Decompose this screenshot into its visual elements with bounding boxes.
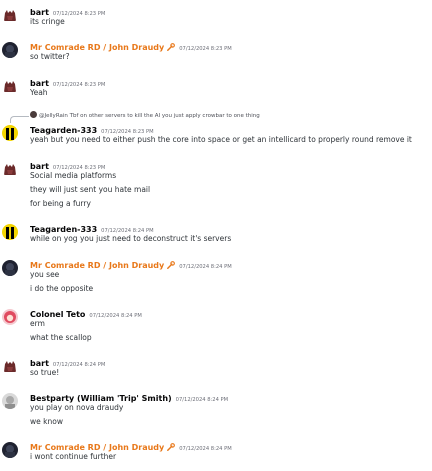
message-text: so true! <box>30 368 60 377</box>
timestamp: 07/12/2024 8:24 PM <box>179 264 232 270</box>
message-text: i do the opposite <box>30 284 94 293</box>
wrench-icon <box>167 443 176 451</box>
timestamp: 07/12/2024 8:24 PM <box>179 446 232 452</box>
message-text: we know <box>30 417 63 426</box>
teagarden-avatar[interactable] <box>2 125 18 141</box>
timestamp: 07/12/2024 8:23 PM <box>52 82 106 88</box>
message-text: i wont continue further <box>30 452 117 461</box>
message-text: so twitter? <box>30 52 70 61</box>
message-text: for being a furry <box>30 199 91 208</box>
message-text: Social media platforms <box>30 171 117 180</box>
comrade-avatar[interactable] <box>2 42 18 58</box>
message-text: its cringe <box>30 17 65 26</box>
teto-avatar[interactable] <box>2 309 18 325</box>
bart-avatar[interactable] <box>2 78 18 94</box>
bestparty-avatar[interactable] <box>2 393 18 409</box>
message-text: erm <box>30 319 45 328</box>
message-text: Yeah <box>30 88 48 97</box>
wrench-icon <box>167 43 176 51</box>
reply-preview[interactable]: @JellyRain Tbf on other servers to kill … <box>30 111 260 120</box>
message-text: they will just sent you hate mail <box>30 185 151 194</box>
timestamp: 07/12/2024 8:24 PM <box>52 362 106 368</box>
wrench-icon <box>167 261 176 269</box>
message-text: what the scallop <box>30 333 92 342</box>
reply-avatar <box>30 111 37 118</box>
comrade-avatar[interactable] <box>2 260 18 276</box>
bart-avatar[interactable] <box>2 358 18 374</box>
comrade-avatar[interactable] <box>2 442 18 458</box>
timestamp: 07/12/2024 8:24 PM <box>175 397 229 403</box>
reply-spine <box>10 116 29 123</box>
timestamp: 07/12/2024 8:24 PM <box>89 313 142 319</box>
message-text: you play on nova draudy <box>30 403 124 412</box>
message-text: you see <box>30 270 60 279</box>
timestamp: 07/12/2024 8:23 PM <box>179 46 232 52</box>
message-text: yeah but you need to either push the cor… <box>30 135 412 144</box>
bart-avatar[interactable] <box>2 7 18 23</box>
bart-avatar[interactable] <box>2 161 18 177</box>
message-text: while on yog you just need to deconstruc… <box>30 234 232 243</box>
teagarden-avatar[interactable] <box>2 224 18 240</box>
